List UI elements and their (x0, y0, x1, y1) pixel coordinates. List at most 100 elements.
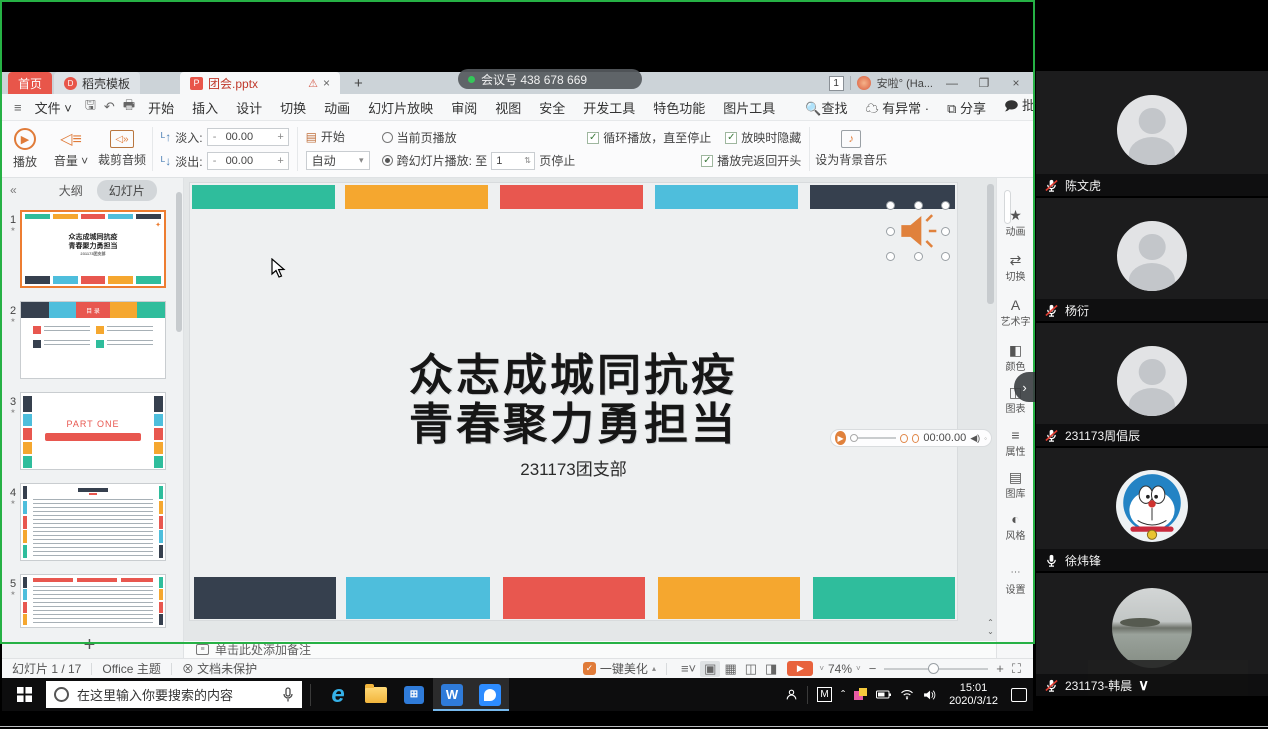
participant-tile-1[interactable]: 陈文虎 (1036, 71, 1268, 196)
menu-features[interactable]: 特色功能 (644, 98, 714, 117)
audio-object[interactable] (890, 205, 946, 257)
menu-slideshow[interactable]: 幻灯片放映 (359, 98, 442, 117)
menu-transition[interactable]: 切换 (271, 98, 315, 117)
battery-icon[interactable] (876, 689, 891, 700)
audio-settings-icon[interactable]: ◦ (984, 434, 987, 443)
zoom-dropdown-icon[interactable]: ˅ (856, 664, 861, 673)
menu-animation[interactable]: 动画 (315, 98, 359, 117)
selection-handle[interactable] (886, 252, 895, 261)
selection-handle[interactable] (941, 227, 950, 236)
slide-thumbnail-3[interactable]: PART ONE (20, 392, 166, 470)
slide-subtitle[interactable]: 231173团支部 (190, 455, 957, 480)
meeting-id-pill[interactable]: 会议号 438 678 669 (458, 69, 642, 89)
tray-hidden-icons[interactable]: ˆ (841, 688, 845, 702)
find-button[interactable]: 🔍查找 (796, 98, 856, 117)
tray-clock[interactable]: 15:01 2020/3/12 (945, 682, 1002, 708)
check-hide[interactable]: ✓ 放映时隐藏 (725, 129, 801, 146)
participant-tile-3[interactable]: 231173周倡辰 (1036, 323, 1268, 446)
close-button[interactable]: × (1003, 73, 1029, 93)
fade-in-input[interactable]: - 00.00 + (207, 128, 289, 146)
tool-style[interactable]: ◐风格 (997, 512, 1034, 542)
theme-name[interactable]: Office 主题 (102, 660, 160, 677)
statusbar-menu-icon[interactable]: ≡˅ (677, 661, 700, 676)
slide-thumbnail-2[interactable]: 目 录 (20, 301, 166, 379)
trim-audio-button[interactable]: ◁» 裁剪音频 (94, 121, 150, 177)
tab-home[interactable]: 首页 (8, 72, 52, 94)
people-tray-icon[interactable] (785, 688, 798, 701)
prev-next-slide-buttons[interactable]: ⌃⌄ (985, 618, 996, 636)
cloud-status[interactable]: ☁ 有异常 · (856, 98, 938, 117)
taskbar-wps[interactable]: W (433, 678, 471, 711)
audio-progress-track[interactable] (850, 437, 896, 439)
slide-thumbnail-1[interactable]: 众志成城同抗疫青春聚力勇担当 231173团支部 ✦ (20, 210, 166, 288)
fade-in-minus[interactable]: - (208, 131, 222, 143)
message-badge[interactable]: 1 (829, 76, 844, 91)
audio-play-icon[interactable]: ▶ (835, 431, 846, 445)
start-mode-select[interactable]: 自动▾ (306, 151, 370, 170)
bg-music-button[interactable]: ♪ 设为背景音乐 (812, 121, 890, 177)
start-button[interactable]: ▤ 开始 (306, 128, 370, 145)
protection-status[interactable]: ⊗ 文档未保护 (182, 660, 257, 677)
canvas-scrollbar[interactable] (987, 184, 994, 304)
fade-out-minus[interactable]: - (208, 155, 222, 167)
taskbar-edge[interactable]: e (319, 678, 357, 711)
fade-out-input[interactable]: - 00.00 + (207, 152, 289, 170)
selection-handle[interactable] (886, 201, 895, 210)
slide-thumbnail-4[interactable] (20, 483, 166, 561)
wifi-icon[interactable] (900, 689, 914, 700)
tool-gallery[interactable]: ▤图库 (997, 470, 1034, 500)
taskbar-search[interactable]: 在这里输入你要搜索的内容 (46, 681, 302, 708)
slide-thumbnail-5[interactable] (20, 574, 166, 628)
action-center-icon[interactable] (1011, 688, 1027, 702)
tool-properties[interactable]: ≡属性 (997, 428, 1034, 458)
tray-speaker-icon[interactable] (923, 689, 936, 701)
menu-start[interactable]: 开始 (139, 98, 183, 117)
play-button[interactable]: ▶ 播放 (2, 121, 48, 177)
view-sorter-icon[interactable]: ▦ (720, 661, 740, 677)
selection-handle[interactable] (914, 201, 923, 210)
audio-loop-icon[interactable] (900, 434, 908, 443)
new-tab-button[interactable]: + (354, 75, 363, 92)
radio-cross-slide[interactable]: 跨幻灯片播放: 至 1 ⇅ 页停止 (382, 152, 576, 170)
user-avatar[interactable] (857, 76, 871, 90)
print-icon[interactable]: 🖶 (119, 96, 139, 118)
zoom-level[interactable]: 74% (828, 662, 852, 676)
page-stop-input[interactable]: 1 ⇅ (491, 152, 535, 170)
audio-player-bar[interactable]: ▶ 00:00.00 ◀) ◦ (830, 429, 992, 447)
undo-icon[interactable]: ↶ (100, 99, 119, 115)
taskbar-store[interactable]: ⊞ (395, 678, 433, 711)
tool-animation[interactable]: ★动画 (997, 208, 1034, 238)
restore-button[interactable]: ❐ (971, 73, 997, 93)
menu-design[interactable]: 设计 (227, 98, 271, 117)
audio-repeat-icon[interactable] (912, 434, 920, 443)
view-reading-icon[interactable]: ◫ (741, 661, 761, 677)
beautify-button[interactable]: ✓ 一键美化▴ (583, 660, 656, 677)
panel-scrollbar[interactable] (176, 192, 182, 332)
view-normal-icon[interactable]: ▣ (700, 661, 720, 677)
slide-editor[interactable]: 众志成城同抗疫 青春聚力勇担当 231173团支部 (190, 183, 957, 620)
menu-insert[interactable]: 插入 (183, 98, 227, 117)
selection-handle[interactable] (941, 252, 950, 261)
menu-picture-tools[interactable]: 图片工具 (714, 98, 784, 117)
menu-review[interactable]: 审阅 (442, 98, 486, 117)
tray-m-icon[interactable]: M (817, 687, 832, 702)
volume-button[interactable]: ◁≡ 音量 ˅ (48, 121, 94, 177)
collapse-panel-icon[interactable]: « (10, 183, 17, 197)
share-button[interactable]: ⧉ 分享 (938, 98, 995, 117)
notes-bar[interactable]: ≡ 单击此处添加备注 (184, 640, 996, 658)
search-mic-icon[interactable] (282, 687, 294, 703)
fade-in-plus[interactable]: + (274, 131, 288, 143)
check-loop[interactable]: ✓ 循环播放，直至停止 (587, 129, 711, 146)
fade-out-plus[interactable]: + (274, 155, 288, 167)
tray-color-app-icon[interactable] (854, 688, 867, 701)
start-button[interactable] (2, 678, 46, 711)
chevron-down-icon[interactable]: ∨ (1138, 676, 1149, 694)
zoom-in-button[interactable]: + (992, 661, 1008, 676)
menu-file[interactable]: 文件 ˅ (26, 98, 81, 117)
selection-handle[interactable] (886, 227, 895, 236)
hamburger-icon[interactable]: ≡ (10, 100, 26, 115)
tab-close-icon[interactable]: × (323, 76, 330, 90)
audio-volume-icon[interactable]: ◀) (970, 433, 980, 444)
save-icon[interactable]: 🖫 (81, 96, 100, 118)
participant-tile-5[interactable]: 231173-韩晨 ∨ (1036, 573, 1268, 696)
